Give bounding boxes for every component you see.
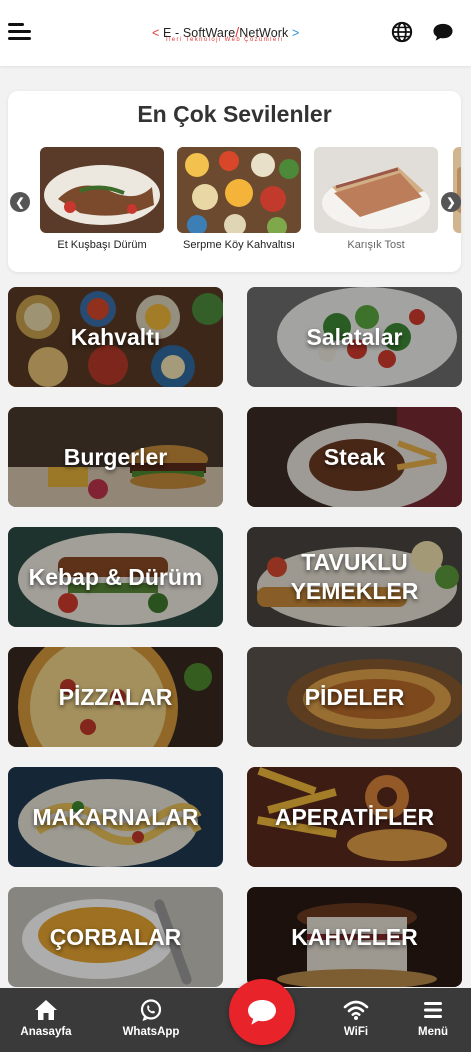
category-label: PİZZALAR — [58, 683, 173, 710]
favorite-item[interactable]: Karışık Tost — [314, 147, 438, 251]
favorite-label: Et Kuşbaşı Dürüm — [57, 239, 147, 251]
category-label: APERATİFLER — [274, 803, 435, 830]
chevron-left-icon[interactable]: ❮ — [10, 192, 30, 212]
favorites-title: En Çok Sevilenler — [137, 101, 332, 127]
nav-whatsapp[interactable]: WhatsApp — [113, 988, 189, 1052]
favorites-card: En Çok Sevilenler Et Kuşbaşı Dürüm Serpm… — [8, 91, 461, 272]
category-card-pideler[interactable]: PİDELER — [247, 647, 462, 747]
whatsapp-icon — [140, 999, 162, 1021]
favorite-item[interactable]: Et Kuşbaşı Dürüm — [40, 147, 164, 251]
logo-bracket-right: > — [291, 26, 300, 40]
chat-bubble-icon — [248, 1000, 276, 1025]
favorite-image — [40, 147, 164, 233]
category-card-corbalar[interactable]: ÇORBALAR — [8, 887, 223, 987]
globe-icon[interactable] — [391, 21, 413, 43]
category-label: MAKARNALAR — [32, 803, 199, 830]
nav-whatsapp-label: WhatsApp — [122, 1026, 180, 1038]
favorite-item[interactable]: Serpme Köy Kahvaltısı — [177, 147, 301, 251]
category-label: Kahvaltı — [70, 323, 161, 350]
category-card-tavuklu-yemekler[interactable]: TAVUKLU YEMEKLER — [247, 527, 462, 627]
category-label: Burgerler — [63, 443, 168, 470]
category-label: PİDELER — [304, 683, 405, 710]
menu-icon — [424, 1002, 442, 1018]
category-label: Salatalar — [306, 323, 403, 350]
category-card-kahveler[interactable]: KAHVELER — [247, 887, 462, 987]
category-card-steak[interactable]: Steak — [247, 407, 462, 507]
category-label: ÇORBALAR — [49, 923, 182, 950]
category-card-makarnalar[interactable]: MAKARNALAR — [8, 767, 223, 867]
category-label: KAHVELER — [291, 923, 418, 950]
menu-icon[interactable] — [8, 20, 32, 42]
category-card-burgerler[interactable]: Burgerler — [8, 407, 223, 507]
category-card-kahvalti[interactable]: Kahvaltı — [8, 287, 223, 387]
category-card-aperatifler[interactable]: APERATİFLER — [247, 767, 462, 867]
favorite-label: Karışık Tost — [347, 239, 405, 251]
nav-wifi[interactable]: WiFi — [318, 988, 394, 1052]
wifi-icon — [343, 1000, 369, 1020]
category-card-kebap-durum[interactable]: Kebap & Dürüm — [8, 527, 223, 627]
chat-icon[interactable] — [432, 22, 454, 42]
logo-bracket-left: < — [152, 26, 160, 40]
favorite-image — [453, 147, 461, 233]
brand-logo[interactable]: < E - SoftWare/NetWork > İleri Teknoloji… — [152, 24, 320, 52]
home-icon — [35, 1000, 57, 1020]
category-card-pizzalar[interactable]: PİZZALAR — [8, 647, 223, 747]
center-chat-button[interactable] — [229, 979, 295, 1045]
category-label: TAVUKLU YEMEKLER — [290, 549, 419, 604]
nav-menu[interactable]: Menü — [395, 988, 471, 1052]
favorite-label: Serpme Köy Kahvaltısı — [183, 239, 295, 251]
category-label: Kebap & Dürüm — [28, 563, 203, 590]
favorite-image — [177, 147, 301, 233]
category-label: Steak — [323, 443, 386, 470]
nav-wifi-label: WiFi — [343, 1026, 369, 1038]
favorite-item-partial[interactable] — [453, 147, 461, 233]
category-card-salatalar[interactable]: Salatalar — [247, 287, 462, 387]
favorite-image — [314, 147, 438, 233]
chevron-right-icon[interactable]: ❯ — [441, 192, 461, 212]
app-header: < E - SoftWare/NetWork > İleri Teknoloji… — [0, 0, 471, 66]
nav-menu-label: Menü — [417, 1026, 449, 1038]
logo-tagline: İleri Teknoloji Web Çözümleri — [166, 37, 284, 43]
nav-home-label: Anasayfa — [20, 1026, 72, 1038]
nav-home[interactable]: Anasayfa — [8, 988, 84, 1052]
